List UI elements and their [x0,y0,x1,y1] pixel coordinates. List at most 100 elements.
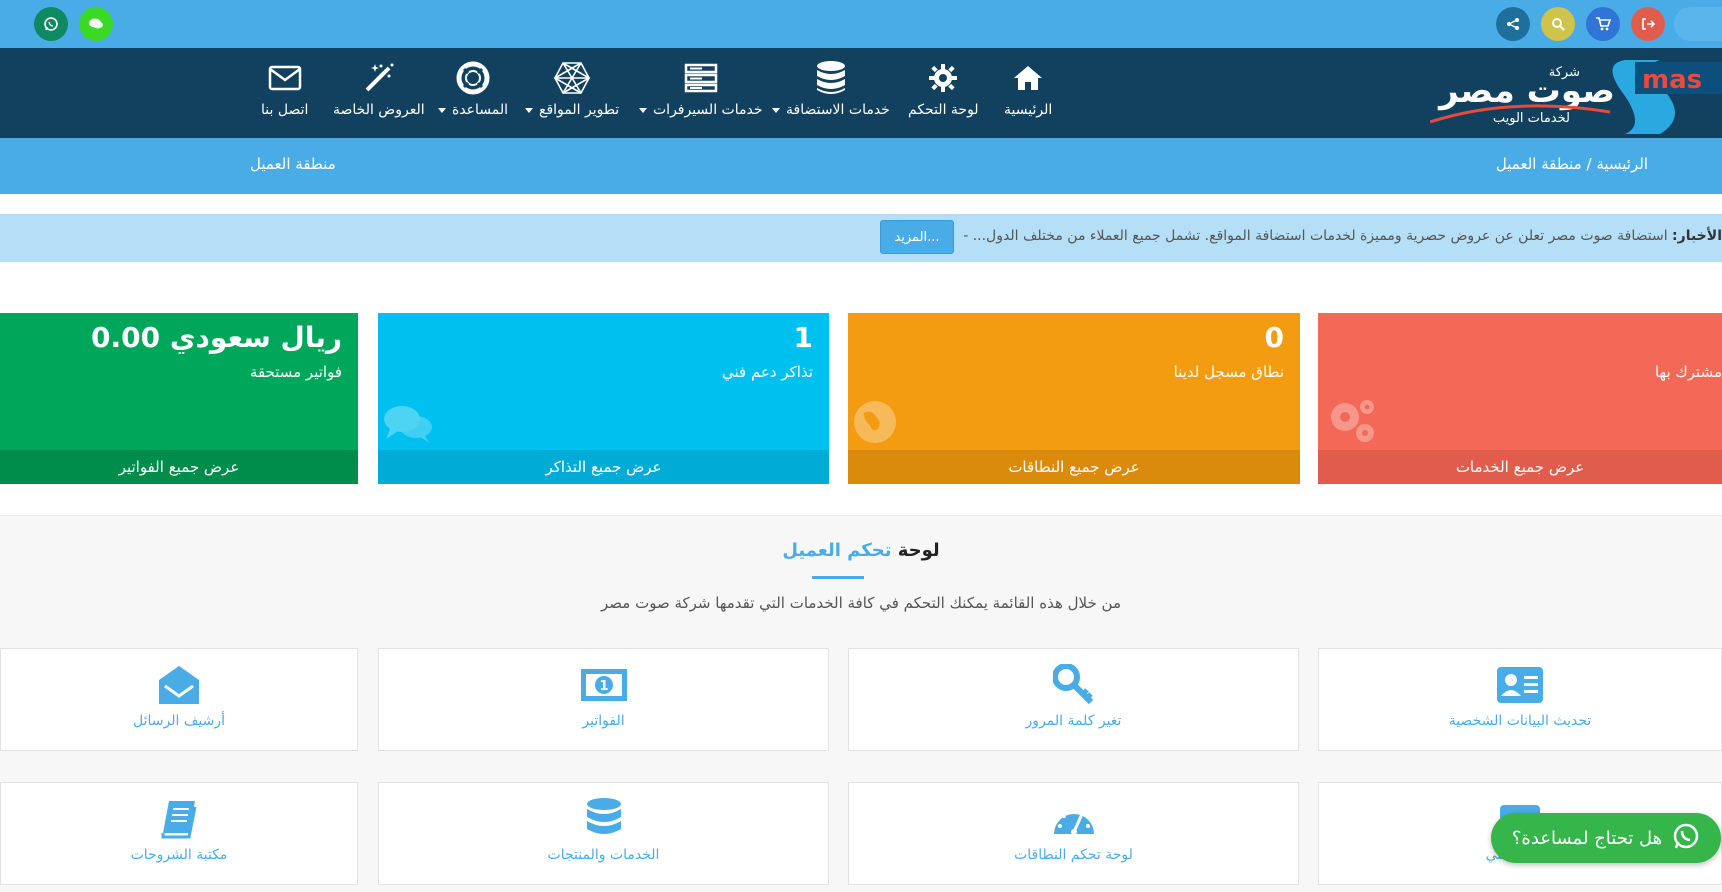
tickets-card: 1 تذاكر دعم فني عرض جميع التذاكر [378,313,829,484]
nav-item-hosting[interactable]: خدمات الاستضافة [772,56,890,132]
view-all-services-link[interactable]: عرض جميع الخدمات [1318,450,1722,484]
comments-icon [382,403,434,449]
svg-text:mas: mas [1642,65,1702,95]
dashboard-title-blue: تحكم العميل [782,540,892,561]
key-icon [1052,663,1095,707]
card-number: 0.00 ريال سعودي [91,321,342,354]
news-ticker: الأخبار: استضافة صوت مصر تعلن عن عروض حص… [0,214,1722,262]
tile-label: الفواتير [582,713,625,729]
tile-label: لوحة تحكم النطاقات [1014,847,1133,863]
tile-change-password[interactable]: تغير كلمة المرور [848,648,1299,751]
database-icon [585,797,623,841]
whatsapp-icon [1672,822,1700,855]
nav-item-help[interactable]: المساعدة [438,56,508,132]
envelope-icon [268,56,302,100]
whatsapp-icon[interactable] [34,7,68,41]
card-number: 1 [793,321,813,354]
svg-text:شركة: شركة [1549,65,1580,80]
nav-label: خدمات السيرفرات [653,102,763,118]
svg-text:1: 1 [599,679,608,694]
card-label: نطاق مسجل لدينا [1173,363,1284,381]
globe-icon [852,399,898,449]
book-icon [159,797,199,841]
tile-label: مكتبة الشروحات [130,847,228,863]
card-label: مشترك بها [1654,363,1722,381]
nav-label: خدمات الاستضافة [786,102,890,118]
nav-item-contact[interactable]: اتصل بنا [261,56,308,132]
dashboard-title-dark: لوحة [897,540,940,561]
company-logo[interactable]: mas صوت مصر شركة لخدمات الويب [1429,56,1722,136]
logout-icon[interactable] [1631,7,1665,41]
tile-message-archive[interactable]: أرشيف الرسائل [0,648,358,751]
id-card-icon [1496,663,1544,707]
tile-knowledgebase[interactable]: مكتبة الشروحات [0,782,358,885]
breadcrumb-bar: الرئيسية / منطقة العميل منطقة العميل [0,138,1722,194]
lifebuoy-icon [456,56,490,100]
tile-label: تغير كلمة المرور [1025,713,1122,729]
dashboard-icon [1052,797,1096,841]
view-all-tickets-link[interactable]: عرض جميع التذاكر [378,450,829,484]
tile-label: تحديث البيانات الشخصية [1448,713,1592,729]
tile-services-products[interactable]: الخدمات والمنتجات [378,782,829,885]
services-card: مشترك بها عرض جميع الخدمات [1318,313,1722,484]
title-underline [812,576,864,579]
money-icon: 1 [580,663,628,707]
breadcrumb-separator: / [1586,155,1592,173]
view-all-invoices-link[interactable]: عرض جميع الفواتير [0,450,358,484]
chat-icon[interactable] [79,7,113,41]
gear-icon [928,56,958,100]
nav-item-web-development[interactable]: تطوير المواقع [525,56,619,132]
gears-icon [1325,395,1379,449]
breadcrumb-home-link[interactable]: الرئيسية [1596,155,1648,173]
tile-label: أرشيف الرسائل [133,713,225,729]
client-dashboard-panel: لوحة تحكم العميل من خلال هذه القائمة يمك… [0,515,1722,892]
svg-text:لخدمات الويب: لخدمات الويب [1493,111,1570,126]
nav-item-home[interactable]: الرئيسية [1004,56,1052,132]
breadcrumb: الرئيسية / منطقة العميل [1496,155,1648,173]
database-icon [815,56,847,100]
home-icon [1012,56,1044,100]
open-envelope-icon [157,663,201,707]
news-content: استضافة صوت مصر تعلن عن عروض حصرية ومميز… [963,228,1668,244]
chevron-down-icon [772,107,780,113]
card-number: 0 [1264,321,1284,354]
nav-label: اتصل بنا [261,102,309,118]
view-all-domains-link[interactable]: عرض جميع النطاقات [848,450,1300,484]
server-icon [684,56,718,100]
news-more-button[interactable]: المزيد... [880,220,954,254]
nav-label: الرئيسية [1004,102,1053,118]
card-label: تذاكر دعم فني [722,363,813,381]
network-icon [553,56,591,100]
tile-label: الخدمات والمنتجات [547,847,660,863]
chevron-down-icon [525,107,533,113]
whatsapp-help-button[interactable]: هل تحتاج لمساعدة؟ [1491,813,1721,863]
dashboard-title: لوحة تحكم العميل [0,540,1722,561]
news-label: الأخبار: [1672,228,1722,244]
nav-item-servers[interactable]: خدمات السيرفرات [639,56,762,132]
share-icon[interactable] [1496,7,1530,41]
chevron-down-icon [639,107,647,113]
magic-wand-icon [363,56,395,100]
nav-label: تطوير المواقع [539,102,620,118]
nav-item-control-panel[interactable]: لوحة التحكم [908,56,979,132]
tile-update-profile[interactable]: تحديث البيانات الشخصية [1318,648,1722,751]
chevron-down-icon [438,107,446,113]
user-menu-pill[interactable] [1674,7,1722,41]
card-label: فواتير مستحقة [249,363,342,381]
nav-item-special-offers[interactable]: العروض الخاصة [333,56,425,132]
breadcrumb-current: منطقة العميل [1495,155,1582,173]
tile-domain-control[interactable]: لوحة تحكم النطاقات [848,782,1299,885]
cart-icon[interactable] [1586,7,1620,41]
news-text: الأخبار: استضافة صوت مصر تعلن عن عروض حص… [963,228,1722,244]
help-label: هل تحتاج لمساعدة؟ [1511,827,1663,849]
top-bar [0,0,1722,48]
main-navigation: mas صوت مصر شركة لخدمات الويب الرئيسية ل… [0,48,1722,138]
nav-label: المساعدة [452,102,509,118]
nav-label: العروض الخاصة [333,102,425,118]
search-icon[interactable] [1541,7,1575,41]
invoices-card: 0.00 ريال سعودي فواتير مستحقة عرض جميع ا… [0,313,358,484]
dashboard-subtitle: من خلال هذه القائمة يمكنك التحكم في كافة… [601,594,1121,612]
nav-label: لوحة التحكم [908,102,979,118]
page-title: منطقة العميل [250,155,336,173]
tile-invoices[interactable]: 1 الفواتير [378,648,829,751]
